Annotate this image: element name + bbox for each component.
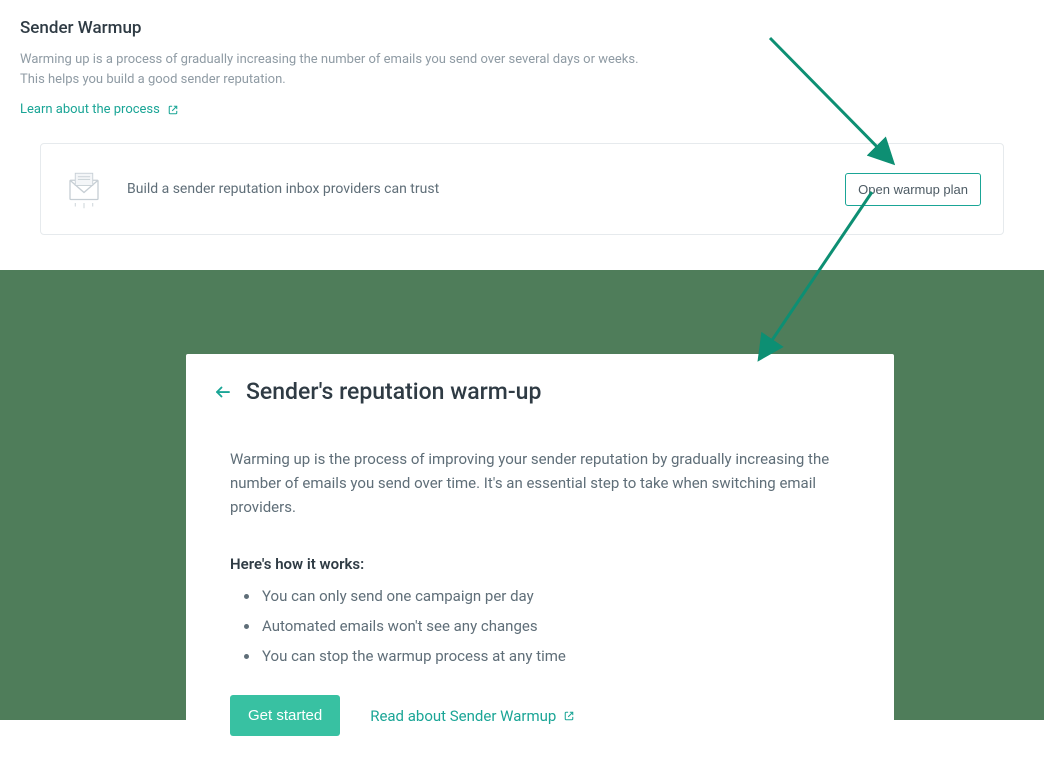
how-it-works-list: You can only send one campaign per day A… <box>230 587 866 665</box>
panel-description: Warming up is the process of improving y… <box>230 447 850 519</box>
list-item: Automated emails won't see any changes <box>260 617 866 635</box>
external-link-icon <box>564 711 574 721</box>
panel-title: Sender's reputation warm-up <box>246 378 541 405</box>
panel-actions: Get started Read about Sender Warmup <box>230 695 866 736</box>
warmup-card: Build a sender reputation inbox provider… <box>40 143 1004 235</box>
back-arrow-icon[interactable] <box>214 383 232 401</box>
learn-about-process-link[interactable]: Learn about the process <box>20 102 178 117</box>
learn-link-label: Learn about the process <box>20 102 160 117</box>
list-item: You can only send one campaign per day <box>260 587 866 605</box>
list-item: You can stop the warmup process at any t… <box>260 647 866 665</box>
external-link-icon <box>168 105 178 115</box>
section-description: Warming up is a process of gradually inc… <box>20 50 660 90</box>
warmup-detail-panel: Sender's reputation warm-up Warming up i… <box>186 354 894 776</box>
get-started-button[interactable]: Get started <box>230 695 340 736</box>
sender-warmup-section: Sender Warmup Warming up is a process of… <box>0 0 1044 235</box>
open-warmup-plan-button[interactable]: Open warmup plan <box>845 173 981 206</box>
section-title: Sender Warmup <box>20 18 1024 38</box>
card-message: Build a sender reputation inbox provider… <box>127 181 823 197</box>
envelope-icon <box>63 168 105 210</box>
read-about-warmup-link[interactable]: Read about Sender Warmup <box>370 707 574 725</box>
read-link-label: Read about Sender Warmup <box>370 707 556 725</box>
how-it-works-title: Here's how it works: <box>230 555 866 573</box>
panel-header: Sender's reputation warm-up <box>214 378 866 405</box>
